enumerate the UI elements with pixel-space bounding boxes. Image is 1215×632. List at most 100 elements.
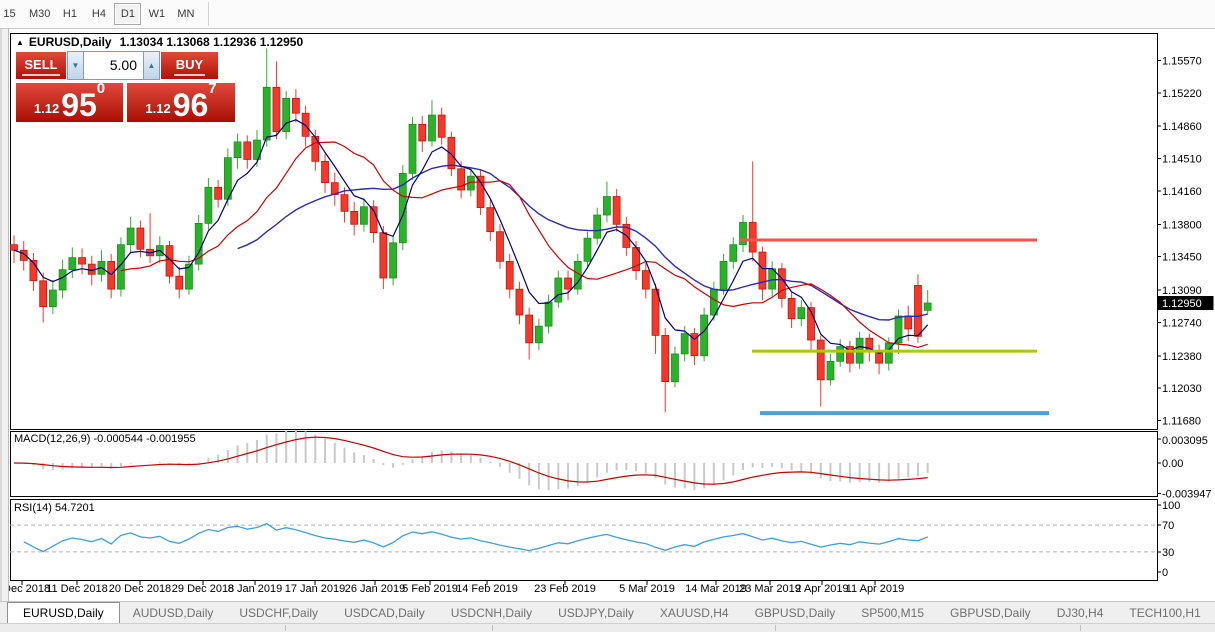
candle-body <box>817 340 824 380</box>
rsi-indicator-label: RSI(14) 54.7201 <box>14 502 95 514</box>
candle-body <box>720 261 727 289</box>
candle-body <box>428 115 435 141</box>
window-left-frame <box>0 29 9 601</box>
candle-body <box>40 281 47 307</box>
toolbar-separator <box>208 2 209 26</box>
candle-body <box>409 124 416 173</box>
candle-body <box>438 115 445 137</box>
chart-tab-audusd-daily[interactable]: AUDUSD,Daily <box>120 602 227 623</box>
date-axis[interactable]: 1 Dec 201811 Dec 201820 Dec 201829 Dec 2… <box>0 581 904 595</box>
timeframe-button-h1[interactable]: H1 <box>56 3 83 25</box>
buy-price-prefix: 1.12 <box>145 102 170 115</box>
date-axis-label: 23 Feb 2019 <box>534 583 596 595</box>
chart-tab-eurusd-daily[interactable]: EURUSD,Daily <box>7 602 120 623</box>
chart-ohlc-readout: 1.13034 1.13068 1.12936 1.12950 <box>120 35 304 49</box>
volume-input[interactable]: 5.00 <box>84 51 143 80</box>
candle-body <box>749 222 756 252</box>
price-axis-label: 1.14860 <box>1162 121 1202 133</box>
timeframe-button-h4[interactable]: H4 <box>85 3 112 25</box>
timeframe-button-w1[interactable]: W1 <box>143 3 170 25</box>
candle-body <box>759 252 766 289</box>
candle-body <box>419 124 426 141</box>
chart-tab-usdcnh-daily[interactable]: USDCNH,Daily <box>438 602 545 623</box>
chart-tab-usdchf-daily[interactable]: USDCHF,Daily <box>226 602 331 623</box>
rsi-axis-label: 0 <box>1162 567 1168 579</box>
price-axis-label: 1.13800 <box>1162 219 1202 231</box>
candle-body <box>584 238 591 261</box>
macd-axis-label: 0.00 <box>1162 458 1183 470</box>
timeframe-button-15[interactable]: 15 <box>0 3 23 25</box>
date-axis-label: 11 Apr 2019 <box>846 583 905 595</box>
chart-tab-dj30-h4[interactable]: DJ30,H4 <box>1044 602 1117 623</box>
chart-expand-icon[interactable]: ▲ <box>16 38 24 47</box>
timeframe-button-mn[interactable]: MN <box>172 3 199 25</box>
chart-tab-gbpusd-daily[interactable]: GBPUSD,Daily <box>742 602 849 623</box>
candle-body <box>234 142 241 158</box>
price-axis-label: 1.14160 <box>1162 186 1202 198</box>
ma-mid-red <box>121 142 928 347</box>
candle-body <box>555 278 562 302</box>
candle-body <box>837 347 844 362</box>
price-axis[interactable]: 1.155701.152201.148601.145101.141601.138… <box>1157 55 1202 427</box>
candle-body <box>322 161 329 182</box>
sell-price-prefix: 1.12 <box>34 102 59 115</box>
chart-window[interactable]: 1.155701.152201.148601.145101.141601.138… <box>0 29 1215 601</box>
rsi-axis-label: 100 <box>1162 500 1180 512</box>
candle-body <box>603 197 610 216</box>
candle-body <box>565 278 572 289</box>
sell-price-panel[interactable]: 1.12950 <box>15 82 124 123</box>
date-axis-label: 29 Dec 2018 <box>172 583 234 595</box>
candle-body <box>613 197 620 225</box>
sell-button[interactable]: SELL <box>15 51 67 80</box>
date-axis-label: 8 Jan 2019 <box>228 583 282 595</box>
candle-body <box>681 334 688 354</box>
chart-tab-sp500-m15[interactable]: SP500,M15 <box>848 602 937 623</box>
price-axis-label: 1.12740 <box>1162 317 1202 329</box>
sell-price-pipette: 0 <box>97 81 105 96</box>
chart-title: ▲ EURUSD,Daily 1.13034 1.13068 1.12936 1.1… <box>16 35 303 49</box>
date-axis-label: 11 Dec 2018 <box>46 583 108 595</box>
candle-body <box>292 98 299 113</box>
candle-body <box>215 187 222 199</box>
buy-price-panel[interactable]: 1.12967 <box>126 82 236 123</box>
one-click-trade-widget: SELL ▼ 5.00 ▲ BUY 1.12950 1.12967 <box>15 51 236 123</box>
macd-indicator-label: MACD(12,26,9) -0.000544 -0.001955 <box>14 433 196 445</box>
candle-body <box>176 276 183 289</box>
candle-body <box>778 269 785 299</box>
buy-button[interactable]: BUY <box>160 51 219 80</box>
date-axis-label: 5 Feb 2019 <box>402 583 458 595</box>
price-axis-label: 1.15220 <box>1162 88 1202 100</box>
candle-body <box>360 207 367 225</box>
price-axis-label: 1.15570 <box>1162 55 1202 67</box>
candle-body <box>477 176 484 207</box>
candle-body <box>788 298 795 318</box>
chart-tab-tech100-h1[interactable]: TECH100,H1 <box>1116 602 1213 623</box>
timeframe-button-m30[interactable]: M30 <box>25 3 54 25</box>
candle-body <box>730 245 737 262</box>
volume-increase-button[interactable]: ▲ <box>143 51 160 80</box>
candle-body <box>642 271 649 290</box>
chart-tab-usdjpy-daily[interactable]: USDJPY,Daily <box>545 602 647 623</box>
chart-symbol-label: EURUSD,Daily <box>29 35 112 49</box>
candle-body <box>516 289 523 315</box>
chart-tab-gbpusd-daily[interactable]: GBPUSD,Daily <box>937 602 1044 623</box>
volume-decrease-button[interactable]: ▼ <box>67 51 84 80</box>
rsi-panel[interactable]: 10070300 <box>10 500 1180 579</box>
date-axis-label: 14 Feb 2019 <box>456 583 518 595</box>
sell-price-pips: 95 <box>61 92 97 118</box>
date-axis-label: 2 Apr 2019 <box>795 583 848 595</box>
candle-body <box>798 308 805 319</box>
candle-body <box>671 354 678 382</box>
price-axis-label: 1.12030 <box>1162 383 1202 395</box>
rsi-value: 54.7201 <box>55 502 95 514</box>
timeframe-button-d1[interactable]: D1 <box>114 3 141 25</box>
price-axis-label: 1.11680 <box>1162 416 1201 428</box>
candle-body <box>49 290 56 307</box>
chart-tab-xauusd-h4[interactable]: XAUUSD,H4 <box>647 602 742 623</box>
current-price-label: 1.12950 <box>1162 298 1202 310</box>
candle-body <box>127 228 134 245</box>
macd-axis-label: -0.003947 <box>1162 489 1212 501</box>
candle-body <box>79 258 86 264</box>
chart-tab-bar: EURUSD,DailyAUDUSD,DailyUSDCHF,DailyUSDC… <box>0 601 1215 623</box>
chart-tab-usdcad-daily[interactable]: USDCAD,Daily <box>331 602 438 623</box>
